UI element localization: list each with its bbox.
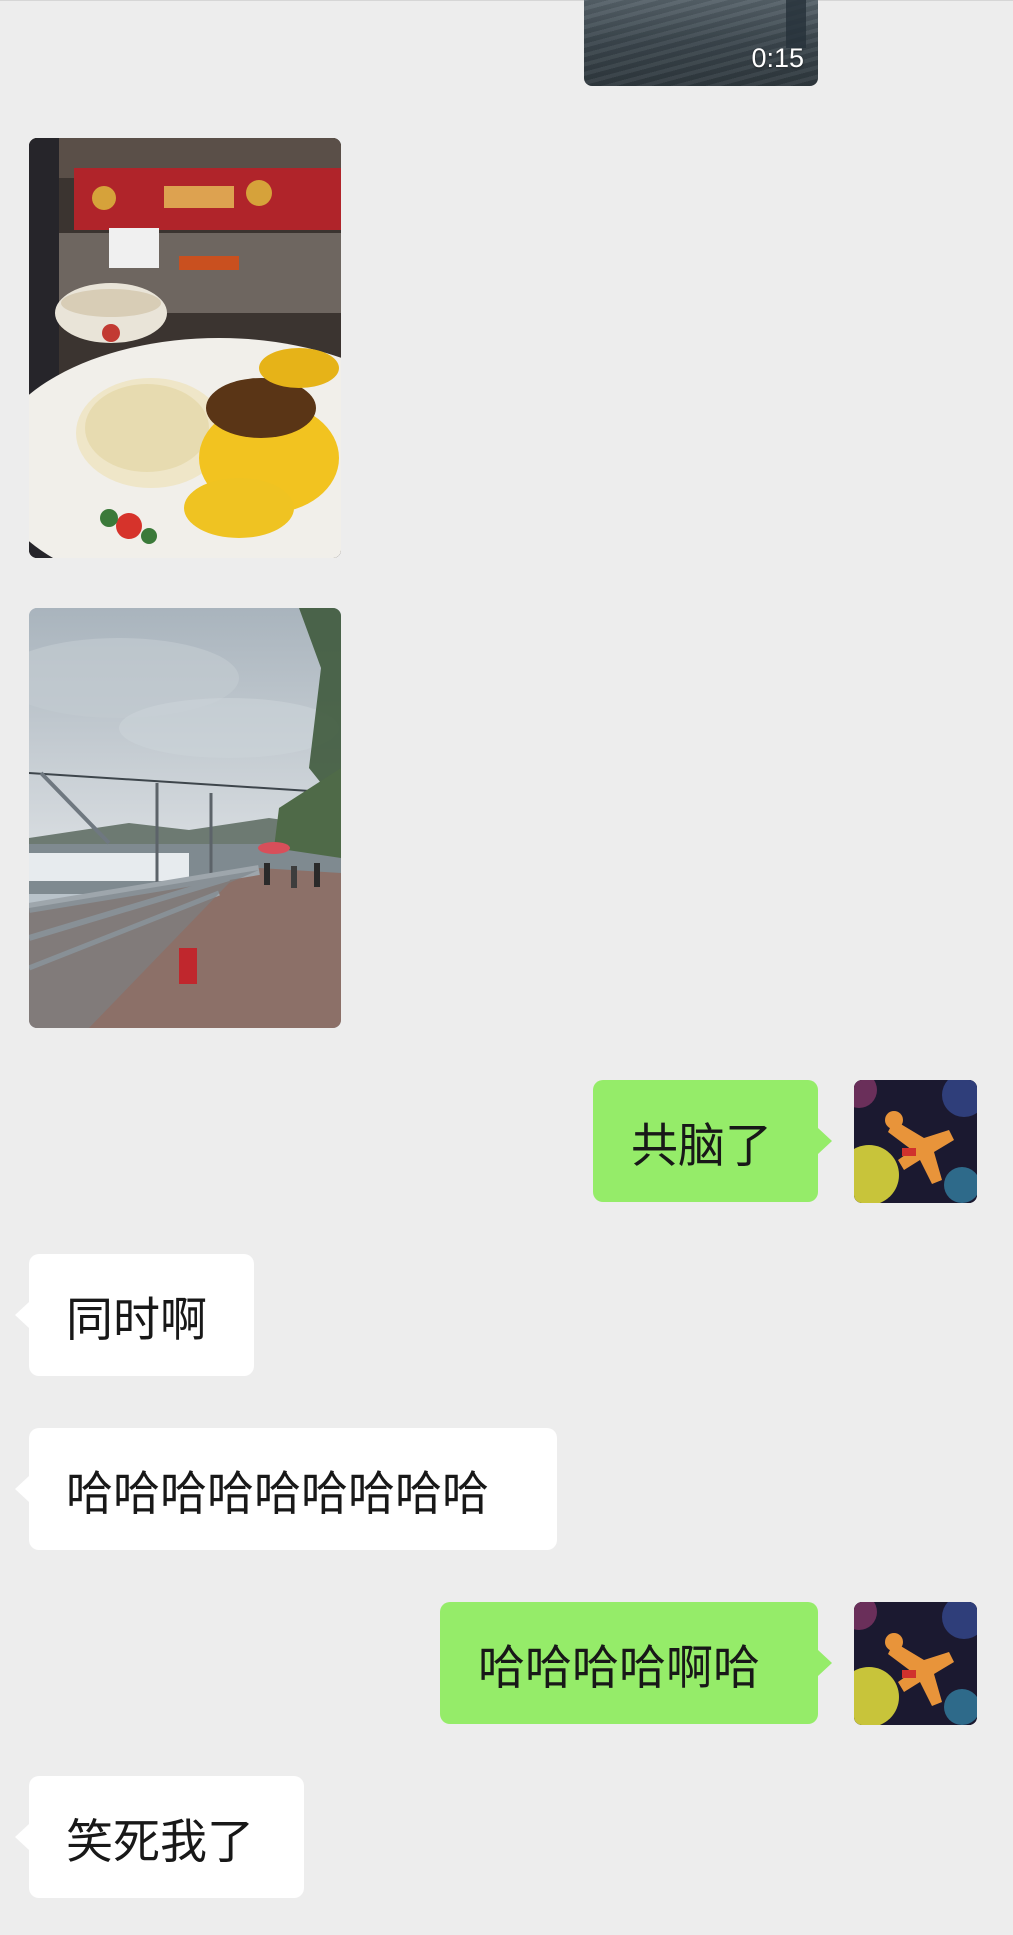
- image-message-food[interactable]: [29, 138, 341, 558]
- outgoing-message-bubble[interactable]: 哈哈哈哈啊哈: [440, 1602, 832, 1724]
- video-duration: 0:15: [751, 43, 804, 73]
- message-text: 共脑了: [631, 1118, 772, 1174]
- message-text: 同时啊: [66, 1292, 207, 1348]
- video-figure-shape: [786, 0, 806, 48]
- outgoing-message-bubble[interactable]: 共脑了: [593, 1080, 832, 1202]
- top-divider: [0, 0, 1013, 1]
- self-avatar[interactable]: [854, 1602, 977, 1725]
- image-message-waterfront[interactable]: [29, 608, 341, 1028]
- incoming-message-bubble[interactable]: 哈哈哈哈哈哈哈哈哈: [15, 1428, 557, 1550]
- message-text: 哈哈哈哈哈哈哈哈哈: [66, 1466, 489, 1522]
- incoming-message-bubble[interactable]: 笑死我了: [15, 1776, 304, 1898]
- video-message-thumbnail[interactable]: 0:15: [584, 0, 818, 86]
- waterfront-photo-illustration: [29, 608, 341, 1028]
- food-photo-illustration: [29, 138, 341, 558]
- avatar-illustration: [854, 1080, 977, 1203]
- self-avatar[interactable]: [854, 1080, 977, 1203]
- incoming-message-bubble[interactable]: 同时啊: [15, 1254, 254, 1376]
- message-text: 笑死我了: [66, 1814, 254, 1870]
- message-text: 哈哈哈哈啊哈: [478, 1640, 760, 1696]
- avatar-illustration: [854, 1602, 977, 1725]
